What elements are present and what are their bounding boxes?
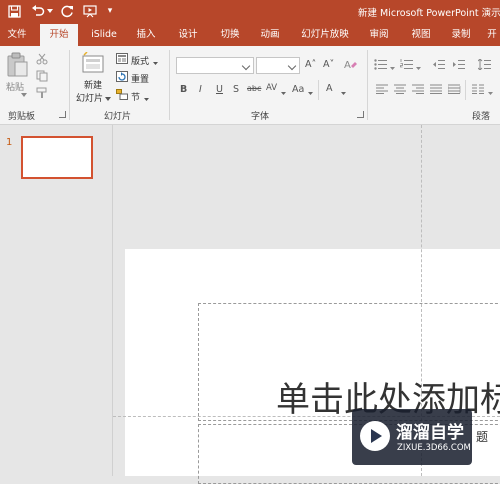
reset-icon[interactable] [116, 71, 128, 85]
undo-icon[interactable] [30, 3, 46, 19]
paste-icon[interactable] [6, 52, 28, 81]
layout-label[interactable]: 版式 [131, 54, 149, 67]
save-icon[interactable] [6, 3, 22, 19]
decrease-indent-icon[interactable] [432, 59, 446, 73]
text-shadow-button[interactable]: S [233, 84, 239, 95]
subtitle-placeholder-text[interactable]: 题 [476, 428, 488, 445]
tab-slideshow[interactable]: 幻灯片放映 [294, 24, 356, 46]
italic-button[interactable]: I [199, 84, 202, 95]
watermark-subtitle: ZIXUE.3D66.COM [397, 443, 471, 453]
title-bar: ▾ 新建 Microsoft PowerPoint 演示 [0, 0, 500, 22]
section-icon[interactable] [116, 89, 128, 103]
section-dropdown-icon[interactable] [144, 94, 149, 104]
tab-file[interactable]: 文件 [0, 24, 34, 46]
copy-icon[interactable] [36, 70, 48, 85]
group-divider [169, 50, 170, 120]
cut-icon[interactable] [36, 53, 48, 68]
undo-dropdown-icon[interactable] [46, 3, 54, 19]
increase-indent-icon[interactable] [452, 59, 466, 73]
increase-font-size-button[interactable]: A˄ [305, 59, 316, 70]
distributed-icon[interactable] [447, 84, 461, 97]
bullets-icon[interactable] [374, 59, 388, 73]
start-slideshow-icon[interactable] [82, 3, 98, 19]
clear-formatting-icon[interactable]: A [344, 58, 357, 73]
tab-islide[interactable]: iSlide [86, 24, 122, 46]
group-divider [465, 80, 466, 100]
watermark-title: 溜溜自学 [396, 423, 464, 443]
redo-icon[interactable] [59, 3, 75, 19]
font-launcher-icon[interactable] [357, 111, 364, 118]
tab-insert[interactable]: 插入 [128, 24, 164, 46]
bullets-dropdown-icon[interactable] [390, 63, 395, 73]
new-slide-label-2[interactable]: 幻灯片 [76, 91, 103, 104]
columns-icon[interactable] [472, 84, 485, 97]
bold-button[interactable]: B [180, 84, 187, 95]
svg-text:A: A [344, 60, 351, 70]
tab-review[interactable]: 审阅 [362, 24, 396, 46]
play-logo-icon [360, 421, 390, 451]
character-spacing-button[interactable]: AV [266, 83, 277, 93]
layout-dropdown-icon[interactable] [153, 58, 158, 68]
tab-record[interactable]: 录制 [444, 24, 478, 46]
font-size-combobox[interactable] [256, 57, 300, 74]
align-center-icon[interactable] [394, 84, 407, 97]
tab-design[interactable]: 设计 [170, 24, 206, 46]
font-group-label: 字体 [251, 112, 270, 122]
tab-more[interactable]: 开 [484, 24, 500, 46]
layout-icon[interactable] [116, 53, 128, 67]
group-divider [367, 50, 368, 120]
tab-home[interactable]: 开始 [40, 24, 78, 46]
font-name-combobox[interactable] [176, 57, 254, 74]
font-color-dropdown-icon[interactable] [341, 88, 346, 98]
paste-dropdown-icon[interactable] [21, 90, 27, 100]
reset-label[interactable]: 重置 [131, 72, 149, 85]
new-slide-icon[interactable] [81, 51, 105, 77]
ribbon: 粘贴 剪贴板 新建 幻灯片 版式 重置 节 幻灯片 A˄ A˅ A B I U … [0, 46, 500, 125]
slide-thumbnail[interactable] [21, 136, 93, 179]
group-divider [69, 50, 70, 120]
ribbon-tab-bar: 文件 开始 iSlide 插入 设计 切换 动画 幻灯片放映 审阅 视图 录制 … [0, 22, 500, 46]
columns-dropdown-icon[interactable] [488, 88, 493, 98]
spacing-dropdown-icon[interactable] [281, 88, 286, 98]
new-slide-label-1[interactable]: 新建 [84, 78, 102, 91]
chevron-down-icon [287, 61, 297, 71]
chevron-down-icon [241, 61, 251, 71]
line-spacing-icon[interactable] [477, 58, 492, 73]
watermark: 溜溜自学 ZIXUE.3D66.COM [352, 409, 472, 465]
align-left-icon[interactable] [376, 84, 389, 97]
decrease-font-size-button[interactable]: A˅ [323, 59, 334, 70]
slides-group-label: 幻灯片 [104, 112, 132, 122]
customize-qat-icon[interactable]: ▾ [106, 3, 114, 19]
paragraph-group-label: 段落 [472, 112, 491, 122]
new-slide-dropdown-icon[interactable] [105, 94, 111, 104]
format-painter-icon[interactable] [36, 87, 48, 102]
tab-animations[interactable]: 动画 [252, 24, 288, 46]
tab-view[interactable]: 视图 [404, 24, 438, 46]
slide-thumbnail-pane: 1 [0, 125, 113, 476]
window-title: 新建 Microsoft PowerPoint 演示 [358, 8, 500, 19]
change-case-button[interactable]: Aa [292, 84, 304, 95]
strikethrough-button[interactable]: abc [247, 84, 261, 93]
section-label[interactable]: 节 [131, 90, 140, 103]
numbering-dropdown-icon[interactable] [416, 63, 421, 73]
clipboard-group-label: 剪贴板 [8, 112, 36, 122]
tab-transitions[interactable]: 切换 [212, 24, 248, 46]
clipboard-launcher-icon[interactable] [59, 111, 66, 118]
numbering-icon[interactable] [400, 59, 414, 73]
slide-number: 1 [6, 137, 13, 148]
font-color-button[interactable]: A [326, 83, 333, 94]
group-divider [318, 80, 319, 100]
align-right-icon[interactable] [412, 84, 425, 97]
underline-button[interactable]: U [216, 84, 223, 95]
case-dropdown-icon[interactable] [308, 88, 313, 98]
justify-icon[interactable] [430, 84, 443, 97]
